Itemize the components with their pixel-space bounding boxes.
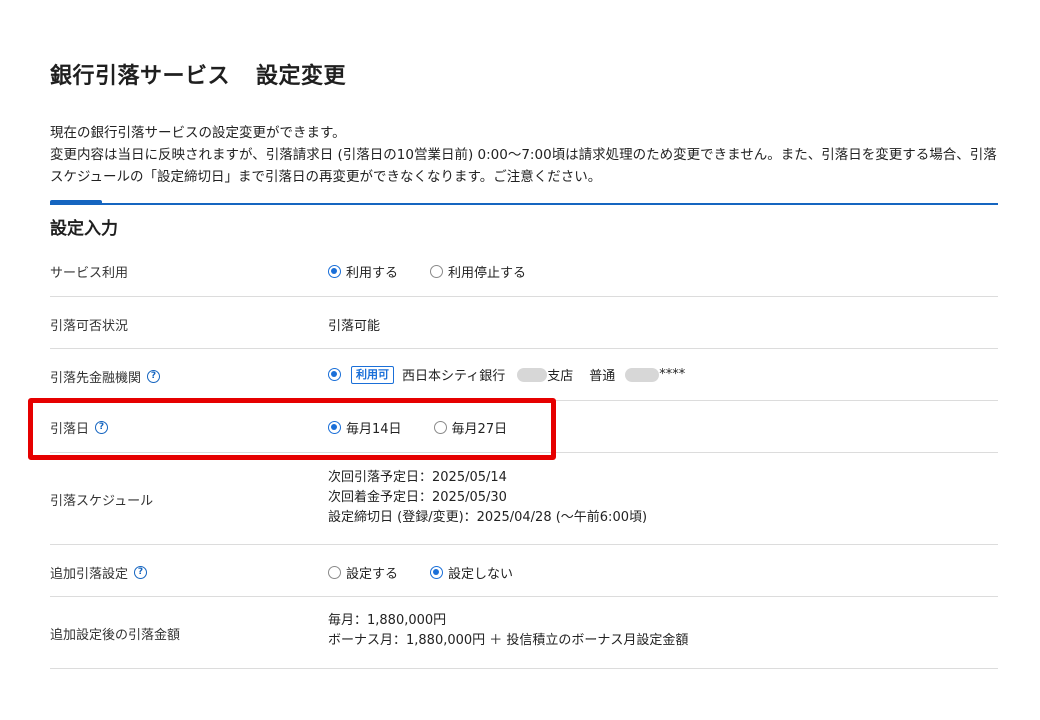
setting-deadline: 設定締切日 (登録/変更)：2025/04/28 (〜午前6:00頃) bbox=[328, 510, 648, 525]
bank-label-text: 引落先金融機関 bbox=[50, 371, 142, 386]
row-debit-status: 引落可否状況 引落可能 bbox=[50, 297, 998, 349]
debit-status-label-text: 引落可否状況 bbox=[50, 319, 129, 334]
description-line: 現在の銀行引落サービスの設定変更ができます。 bbox=[50, 125, 346, 141]
page-title-main: 銀行引落サービス bbox=[50, 64, 231, 89]
row-service-usage: サービス利用 利用する 利用停止する bbox=[50, 245, 998, 297]
radio-additional-none[interactable]: 設定しない bbox=[430, 563, 513, 582]
account-suffix: **** bbox=[659, 367, 686, 382]
radio-label: 利用停止する bbox=[448, 266, 527, 281]
radio-unselected-icon[interactable] bbox=[430, 265, 444, 278]
row-bank: 引落先金融機関 ? 利用可 西日本シティ銀行 支店 普通 **** bbox=[50, 349, 998, 401]
debit-status-text: 引落可能 bbox=[328, 319, 381, 334]
additional-debit-label-text: 追加引落設定 bbox=[50, 567, 129, 582]
schedule-label: 引落スケジュール bbox=[50, 490, 153, 509]
service-usage-options: 利用する 利用停止する bbox=[328, 262, 558, 281]
debit-status-value: 引落可能 bbox=[328, 315, 380, 334]
schedule-label-text: 引落スケジュール bbox=[50, 494, 154, 509]
radio-label: 利用する bbox=[346, 266, 399, 281]
branch-suffix: 支店 bbox=[547, 369, 574, 384]
additional-debit-label: 追加引落設定 ? bbox=[50, 563, 148, 582]
highlight-box bbox=[28, 398, 556, 460]
monthly-amount: 毎月：1,880,000円 bbox=[328, 613, 447, 628]
masked-branch bbox=[517, 367, 548, 382]
next-debit-date: 次回引落予定日：2025/05/14 bbox=[328, 470, 507, 485]
row-schedule: 引落スケジュール 次回引落予定日：2025/05/14 次回着金予定日：2025… bbox=[50, 453, 998, 545]
row-additional-debit: 追加引落設定 ? 設定する 設定しない bbox=[50, 545, 998, 597]
radio-service-stop[interactable]: 利用停止する bbox=[430, 262, 526, 281]
radio-service-use[interactable]: 利用する bbox=[328, 262, 398, 281]
debit-status-label: 引落可否状況 bbox=[50, 315, 128, 334]
masked-account bbox=[625, 367, 660, 382]
debit-amount-label: 追加設定後の引落金額 bbox=[50, 624, 180, 643]
bank-name: 西日本シティ銀行 bbox=[402, 369, 506, 384]
section-divider bbox=[50, 203, 998, 205]
radio-label: 設定しない bbox=[448, 567, 514, 582]
service-usage-label-text: サービス利用 bbox=[50, 266, 129, 281]
schedule-lines: 次回引落予定日：2025/05/14 次回着金予定日：2025/05/30 設定… bbox=[328, 468, 647, 528]
description-line: 変更内容は当日に反映されますが、引落請求日 (引落日の10営業日前) 0:00〜… bbox=[50, 147, 997, 185]
radio-selected-icon[interactable] bbox=[430, 566, 444, 579]
page-title: 銀行引落サービス 設定変更 bbox=[50, 58, 346, 90]
available-badge: 利用可 bbox=[351, 365, 394, 384]
radio-selected-icon[interactable] bbox=[328, 265, 341, 278]
row-debit-amount: 追加設定後の引落金額 毎月：1,880,000円 ボーナス月：1,880,000… bbox=[50, 597, 998, 669]
radio-unselected-icon[interactable] bbox=[328, 566, 341, 579]
radio-additional-set[interactable]: 設定する bbox=[328, 563, 398, 582]
radio-label: 設定する bbox=[346, 567, 399, 582]
section-title: 設定入力 bbox=[50, 219, 118, 239]
page-title-sub: 設定変更 bbox=[256, 64, 347, 89]
next-arrival-date: 次回着金予定日：2025/05/30 bbox=[328, 490, 507, 505]
help-icon[interactable]: ? bbox=[147, 370, 161, 383]
bonus-month-amount: ボーナス月：1,880,000円 ＋ 投信積立のボーナス月設定金額 bbox=[328, 633, 689, 648]
bank-label: 引落先金融機関 ? bbox=[50, 367, 161, 386]
help-icon[interactable]: ? bbox=[134, 566, 148, 579]
additional-debit-options: 設定する 設定しない bbox=[328, 563, 545, 582]
page-description: 現在の銀行引落サービスの設定変更ができます。 変更内容は当日に反映されますが、引… bbox=[50, 122, 1000, 188]
radio-bank-selected-icon[interactable] bbox=[328, 368, 341, 381]
account-type: 普通 bbox=[589, 369, 616, 384]
debit-amount-lines: 毎月：1,880,000円 ボーナス月：1,880,000円 ＋ 投信積立のボー… bbox=[328, 611, 688, 651]
service-usage-label: サービス利用 bbox=[50, 262, 128, 281]
debit-amount-label-text: 追加設定後の引落金額 bbox=[50, 628, 181, 643]
bank-value: 利用可 西日本シティ銀行 支店 普通 **** bbox=[328, 365, 685, 384]
